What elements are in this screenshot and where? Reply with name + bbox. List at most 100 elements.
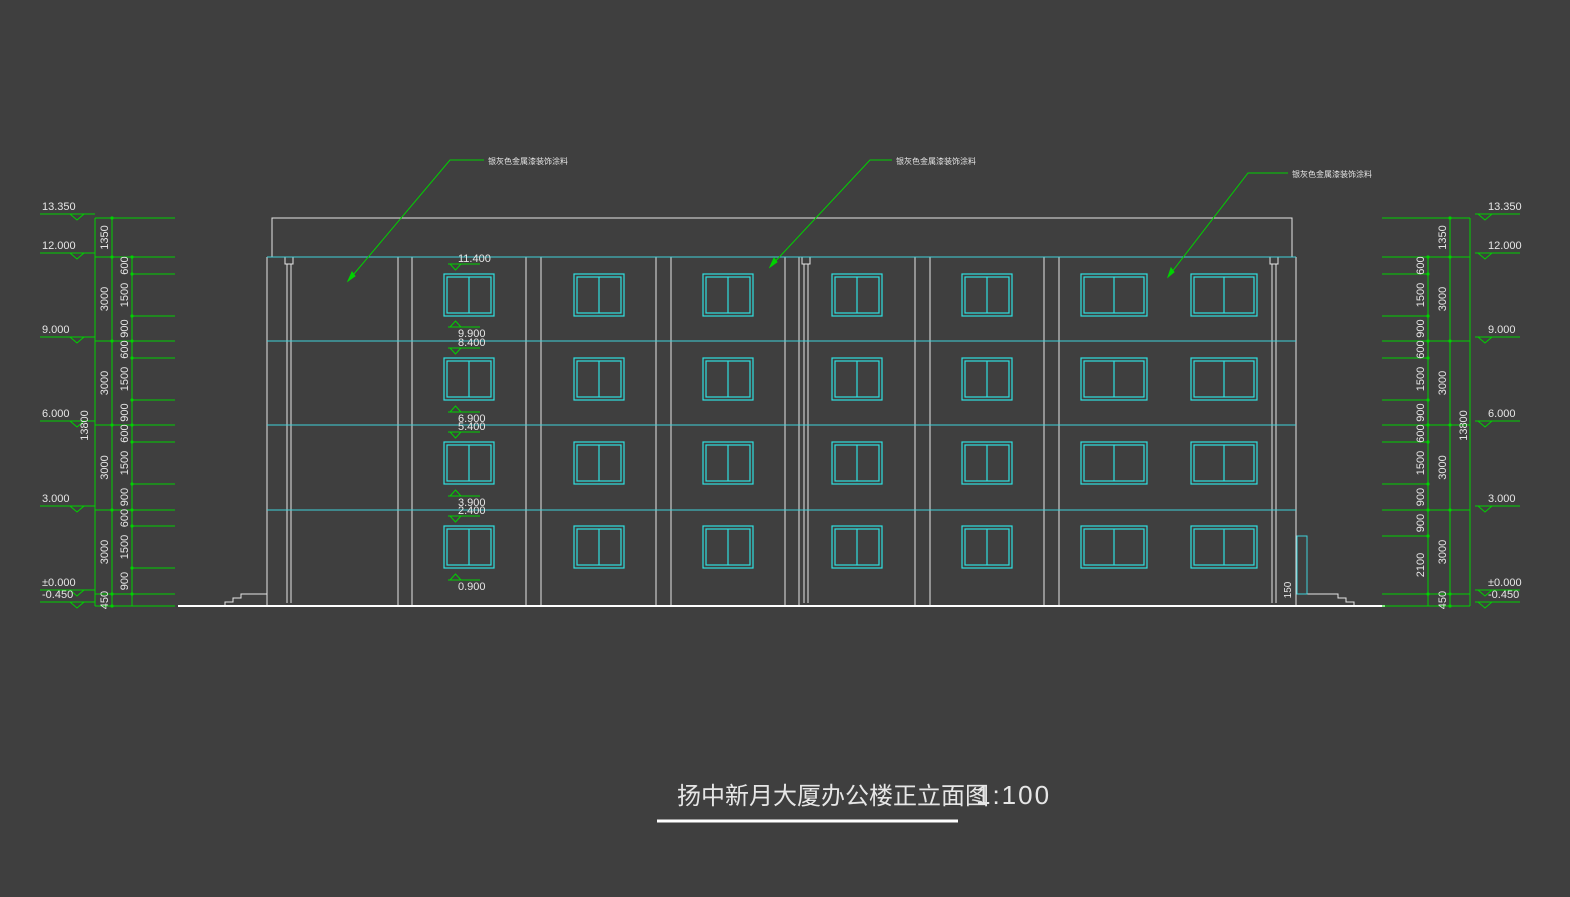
entrance-steps-left (224, 593, 267, 606)
dimension-dot (1448, 339, 1452, 343)
callout-label-3: 银灰色金属漆装饰涂料 (1292, 169, 1372, 179)
window (1190, 441, 1258, 485)
window-dimension-label: 900 (119, 403, 131, 421)
window-level-label: 8.400 (458, 337, 486, 349)
callout-label-2: 银灰色金属漆装饰涂料 (896, 156, 976, 166)
floor-dimension-label: 3000 (99, 540, 111, 564)
window-level-label: 5.400 (458, 421, 486, 433)
level-marker: 12.000 (40, 240, 95, 260)
window-dimension-label: 1500 (119, 283, 131, 307)
total-dimension-label: 13800 (1458, 410, 1470, 441)
floor-dimension-label: 3000 (1437, 455, 1449, 479)
window (1080, 525, 1148, 569)
level-label: 13.350 (42, 201, 76, 213)
window-dimension-label: 1500 (119, 451, 131, 475)
level-label: ±0.000 (1488, 577, 1522, 589)
window (443, 273, 495, 317)
window (831, 525, 883, 569)
floor-dimension-label: 1350 (99, 225, 111, 249)
dimension-dot (1426, 534, 1430, 538)
level-label: -0.450 (1488, 589, 1519, 601)
parapet (271, 217, 1293, 258)
window (961, 357, 1013, 401)
level-label: -0.450 (42, 589, 73, 601)
window (1190, 273, 1258, 317)
level-marker: 12.000 (1475, 240, 1522, 260)
dimension-dot (130, 592, 134, 596)
dimension-dot (1448, 423, 1452, 427)
window (1080, 441, 1148, 485)
window (573, 273, 625, 317)
window-dimension-label: 600 (119, 340, 131, 358)
level-label: 3.000 (1488, 493, 1516, 505)
window-level-label: 2.400 (458, 505, 486, 517)
floor-dimension-label: 3000 (99, 371, 111, 395)
left-dimension-chain: 13.350 12.000 9.000 6.000 3.000 ±0.000-0.450 1… (40, 201, 175, 609)
entrance-steps-right (1296, 593, 1355, 606)
step-dimension-label: 150 (1283, 581, 1294, 598)
window (702, 357, 754, 401)
level-marker: 9.000 (40, 324, 95, 344)
window (1190, 357, 1258, 401)
window-level-marker: 0.900 (448, 573, 486, 593)
level-label: ±0.000 (42, 577, 76, 589)
level-label: 13.350 (1488, 201, 1522, 213)
window-dimension-label: 1500 (1415, 283, 1427, 307)
level-marker: 3.000 (40, 493, 95, 513)
window-dimension-label: 600 (119, 256, 131, 274)
window-level-marker: 8.400 (448, 337, 486, 355)
window (443, 357, 495, 401)
level-label: 9.000 (1488, 324, 1516, 336)
dimension-dot (130, 398, 134, 402)
window (702, 441, 754, 485)
dimension-dot (1448, 216, 1452, 220)
window (831, 357, 883, 401)
dimension-dot (1426, 592, 1430, 596)
window-dimension-label: 900 (1415, 514, 1427, 532)
dimension-dot (1426, 482, 1430, 486)
side-door (1296, 535, 1308, 595)
window (1190, 525, 1258, 569)
dimension-dot (130, 566, 134, 570)
window-dimension-label: 2100 (1415, 553, 1427, 577)
dimension-dot (110, 255, 114, 259)
window (573, 525, 625, 569)
dimension-dot (1426, 398, 1430, 402)
window (831, 441, 883, 485)
dimension-dot (110, 339, 114, 343)
dimension-dot (110, 423, 114, 427)
dimension-dot (1426, 314, 1430, 318)
floor-dimension-label: 3000 (99, 455, 111, 479)
window (573, 441, 625, 485)
window (443, 441, 495, 485)
downpipes (284, 256, 1279, 603)
level-label: 6.000 (1488, 408, 1516, 420)
window (702, 525, 754, 569)
level-marker: 13.350 (1475, 201, 1522, 221)
window-dimension-label: 600 (1415, 340, 1427, 358)
windows (443, 273, 1258, 569)
floor-dimension-label: 3000 (1437, 287, 1449, 311)
window-dimension-label: 1500 (119, 367, 131, 391)
window-dimension-label: 900 (119, 319, 131, 337)
level-marker: 13.350 (40, 201, 95, 221)
window (702, 273, 754, 317)
dimension-dot (1426, 508, 1430, 512)
floor-dimension-label: 3000 (1437, 371, 1449, 395)
window-dimension-label: 600 (119, 424, 131, 442)
window-dimension-label: 1500 (1415, 367, 1427, 391)
window-dimension-label: 600 (119, 509, 131, 527)
window (1080, 273, 1148, 317)
floor-lines (267, 256, 1296, 511)
window-dimension-label: 900 (1415, 403, 1427, 421)
total-dimension-label: 13800 (79, 410, 91, 441)
window-dimension-label: 1500 (119, 535, 131, 559)
level-label: 9.000 (42, 324, 70, 336)
floor-dimension-label: 3000 (99, 287, 111, 311)
level-label: 6.000 (42, 408, 70, 420)
right-dimension-chain: 13.350 12.000 9.000 6.000 3.000 ±0.000-0.450 1… (1283, 201, 1522, 609)
level-label: 12.000 (42, 240, 76, 252)
dimension-dot (130, 482, 134, 486)
window (1080, 357, 1148, 401)
dimension-dot (130, 314, 134, 318)
